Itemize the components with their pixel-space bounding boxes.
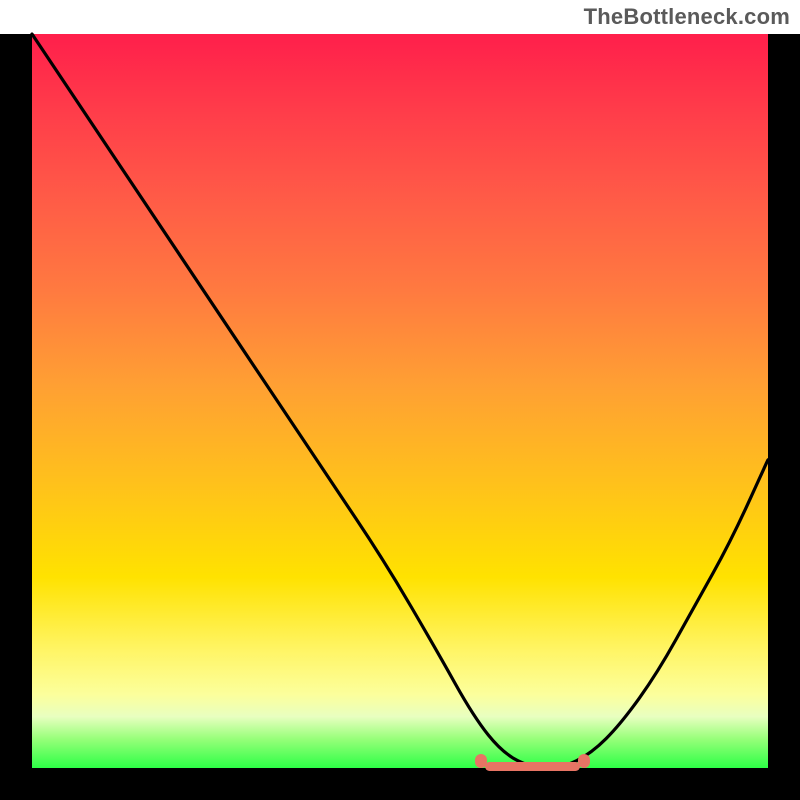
plot-area [32, 34, 768, 768]
highlight-bar [485, 762, 580, 771]
curve-path [32, 34, 768, 768]
chart-stage: TheBottleneck.com [0, 0, 800, 800]
highlight-dot-right [578, 754, 590, 768]
bottleneck-curve [32, 34, 768, 768]
watermark-text: TheBottleneck.com [584, 4, 790, 30]
plot-frame [0, 34, 800, 800]
